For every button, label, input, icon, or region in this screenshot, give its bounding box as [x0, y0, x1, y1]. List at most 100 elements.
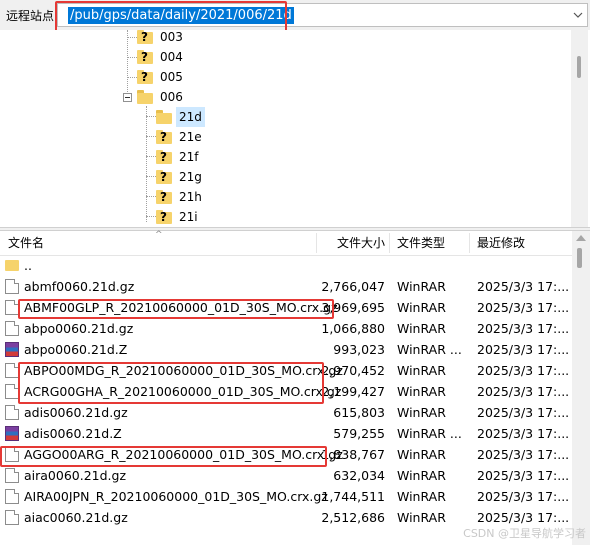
tree-item-label: 21f [179, 150, 199, 164]
file-icon [5, 468, 19, 483]
file-modified: 2025/3/3 17:... [477, 300, 570, 315]
file-modified: 2025/3/3 17:... [477, 426, 570, 441]
table-row[interactable]: ABMF00GLP_R_20210060000_01D_30S_MO.crx.g… [0, 297, 572, 318]
file-modified: 2025/3/3 17:... [477, 447, 570, 462]
file-size: 993,023 [333, 342, 385, 357]
tree-item-label: 21h [179, 190, 202, 204]
remote-path-text[interactable]: /pub/gps/data/daily/2021/006/21d [68, 7, 294, 24]
column-header-type[interactable]: 文件类型 [397, 231, 445, 255]
file-size: 2,512,686 [321, 510, 385, 525]
file-name: AIRA00JPN_R_20210060000_01D_30S_MO.crx.g… [24, 489, 328, 504]
file-icon [5, 405, 19, 420]
file-type: WinRAR [397, 321, 446, 336]
tree-item-21h[interactable]: ? 21h [156, 187, 205, 207]
file-size: 1,838,767 [321, 447, 385, 462]
file-type: WinRAR [397, 510, 446, 525]
question-folder-icon: ? [137, 70, 153, 84]
table-row[interactable]: adis0060.21d.gz 615,803 WinRAR 2025/3/3 … [0, 402, 572, 423]
file-size: 2,970,452 [321, 363, 385, 378]
winrar-icon [5, 426, 19, 441]
chevron-down-icon[interactable] [573, 10, 583, 20]
table-row[interactable]: abpo0060.21d.gz 1,066,880 WinRAR 2025/3/… [0, 318, 572, 339]
parent-folder-icon [5, 260, 19, 271]
tree-scrollbar[interactable] [571, 30, 588, 227]
tree-item-label: 006 [160, 90, 183, 104]
table-row[interactable]: ACRG00GHA_R_20210060000_01D_30S_MO.crx.g… [0, 381, 572, 402]
file-size: 579,255 [333, 426, 385, 441]
file-icon [5, 489, 19, 504]
scroll-up-icon[interactable] [576, 235, 586, 241]
tree-item-004[interactable]: ? 004 [137, 47, 186, 67]
tree-item-21d[interactable]: 21d [156, 107, 205, 127]
file-modified: 2025/3/3 17:... [477, 468, 570, 483]
file-size: 2,766,047 [321, 279, 385, 294]
column-header-modified[interactable]: 最近修改 [477, 231, 525, 255]
file-modified: 2025/3/3 17:... [477, 489, 570, 504]
file-type: WinRAR [397, 447, 446, 462]
table-row[interactable]: aira0060.21d.gz 632,034 WinRAR 2025/3/3 … [0, 465, 572, 486]
file-name: adis0060.21d.gz [24, 405, 128, 420]
folder-open-icon [137, 90, 153, 104]
file-type: WinRAR [397, 384, 446, 399]
tree-item-005[interactable]: ? 005 [137, 67, 186, 87]
tree-item-label: 003 [160, 30, 183, 44]
tree-item-003[interactable]: ? 003 [137, 30, 186, 47]
tree-scrollbar-thumb[interactable] [577, 56, 581, 78]
tree-item-label: 21e [179, 130, 202, 144]
file-icon [5, 447, 19, 462]
folder-icon [156, 110, 172, 124]
file-name: aira0060.21d.gz [24, 468, 127, 483]
file-modified: 2025/3/3 17:... [477, 321, 570, 336]
sort-up-icon: ^ [155, 230, 163, 240]
tree-item-label: 21g [179, 170, 202, 184]
tree-item-21f[interactable]: ? 21f [156, 147, 202, 167]
file-modified: 2025/3/3 17:... [477, 363, 570, 378]
file-type: WinRAR ... [397, 426, 462, 441]
file-modified: 2025/3/3 17:... [477, 342, 570, 357]
table-row[interactable]: AGGO00ARG_R_20210060000_01D_30S_MO.crx.g… [0, 444, 572, 465]
question-folder-icon: ? [156, 190, 172, 204]
file-icon [5, 363, 19, 378]
file-list-scrollbar-thumb[interactable] [577, 248, 582, 268]
remote-directory-tree: ? 003 ? 004 ? 005 006 21d ? 21e ? 21f ? … [0, 30, 590, 227]
winrar-icon [5, 342, 19, 357]
remote-path-input[interactable]: /pub/gps/data/daily/2021/006/21d [57, 3, 588, 27]
file-name: ABPO00MDG_R_20210060000_01D_30S_MO.crx.g… [24, 363, 343, 378]
file-list: .. abmf0060.21d.gz 2,766,047 WinRAR 2025… [0, 255, 572, 545]
file-name: ABMF00GLP_R_20210060000_01D_30S_MO.crx.g… [24, 300, 338, 315]
file-name: adis0060.21d.Z [24, 426, 122, 441]
file-type: WinRAR [397, 363, 446, 378]
file-type: WinRAR ... [397, 342, 462, 357]
question-folder-icon: ? [137, 50, 153, 64]
question-folder-icon: ? [156, 210, 172, 224]
table-row[interactable]: AIRA00JPN_R_20210060000_01D_30S_MO.crx.g… [0, 486, 572, 507]
file-type: WinRAR [397, 300, 446, 315]
question-folder-icon: ? [156, 150, 172, 164]
file-list-scrollbar[interactable] [572, 231, 590, 545]
column-header-size[interactable]: 文件大小 [337, 231, 385, 255]
tree-item-21g[interactable]: ? 21g [156, 167, 205, 187]
table-row[interactable]: adis0060.21d.Z 579,255 WinRAR ... 2025/3… [0, 423, 572, 444]
file-type: WinRAR [397, 279, 446, 294]
column-header-name[interactable]: 文件名 [8, 231, 44, 255]
table-row[interactable]: abmf0060.21d.gz 2,766,047 WinRAR 2025/3/… [0, 276, 572, 297]
remote-site-label: 远程站点: [6, 9, 59, 23]
tree-item-006[interactable]: 006 [137, 87, 186, 107]
table-row[interactable]: ABPO00MDG_R_20210060000_01D_30S_MO.crx.g… [0, 360, 572, 381]
table-row[interactable]: abpo0060.21d.Z 993,023 WinRAR ... 2025/3… [0, 339, 572, 360]
file-name: .. [24, 258, 32, 273]
collapse-006-toggle[interactable] [123, 93, 132, 102]
question-folder-icon: ? [156, 170, 172, 184]
table-row[interactable]: .. [0, 255, 572, 276]
file-size: 1,744,511 [321, 489, 385, 504]
file-icon [5, 384, 19, 399]
file-icon [5, 300, 19, 315]
file-modified: 2025/3/3 17:... [477, 279, 570, 294]
file-modified: 2025/3/3 17:... [477, 384, 570, 399]
file-type: WinRAR [397, 405, 446, 420]
tree-item-21i[interactable]: ? 21i [156, 207, 201, 227]
file-name: AGGO00ARG_R_20210060000_01D_30S_MO.crx.g… [24, 447, 343, 462]
file-icon [5, 321, 19, 336]
tree-item-21e[interactable]: ? 21e [156, 127, 205, 147]
file-name: ACRG00GHA_R_20210060000_01D_30S_MO.crx.g… [24, 384, 342, 399]
